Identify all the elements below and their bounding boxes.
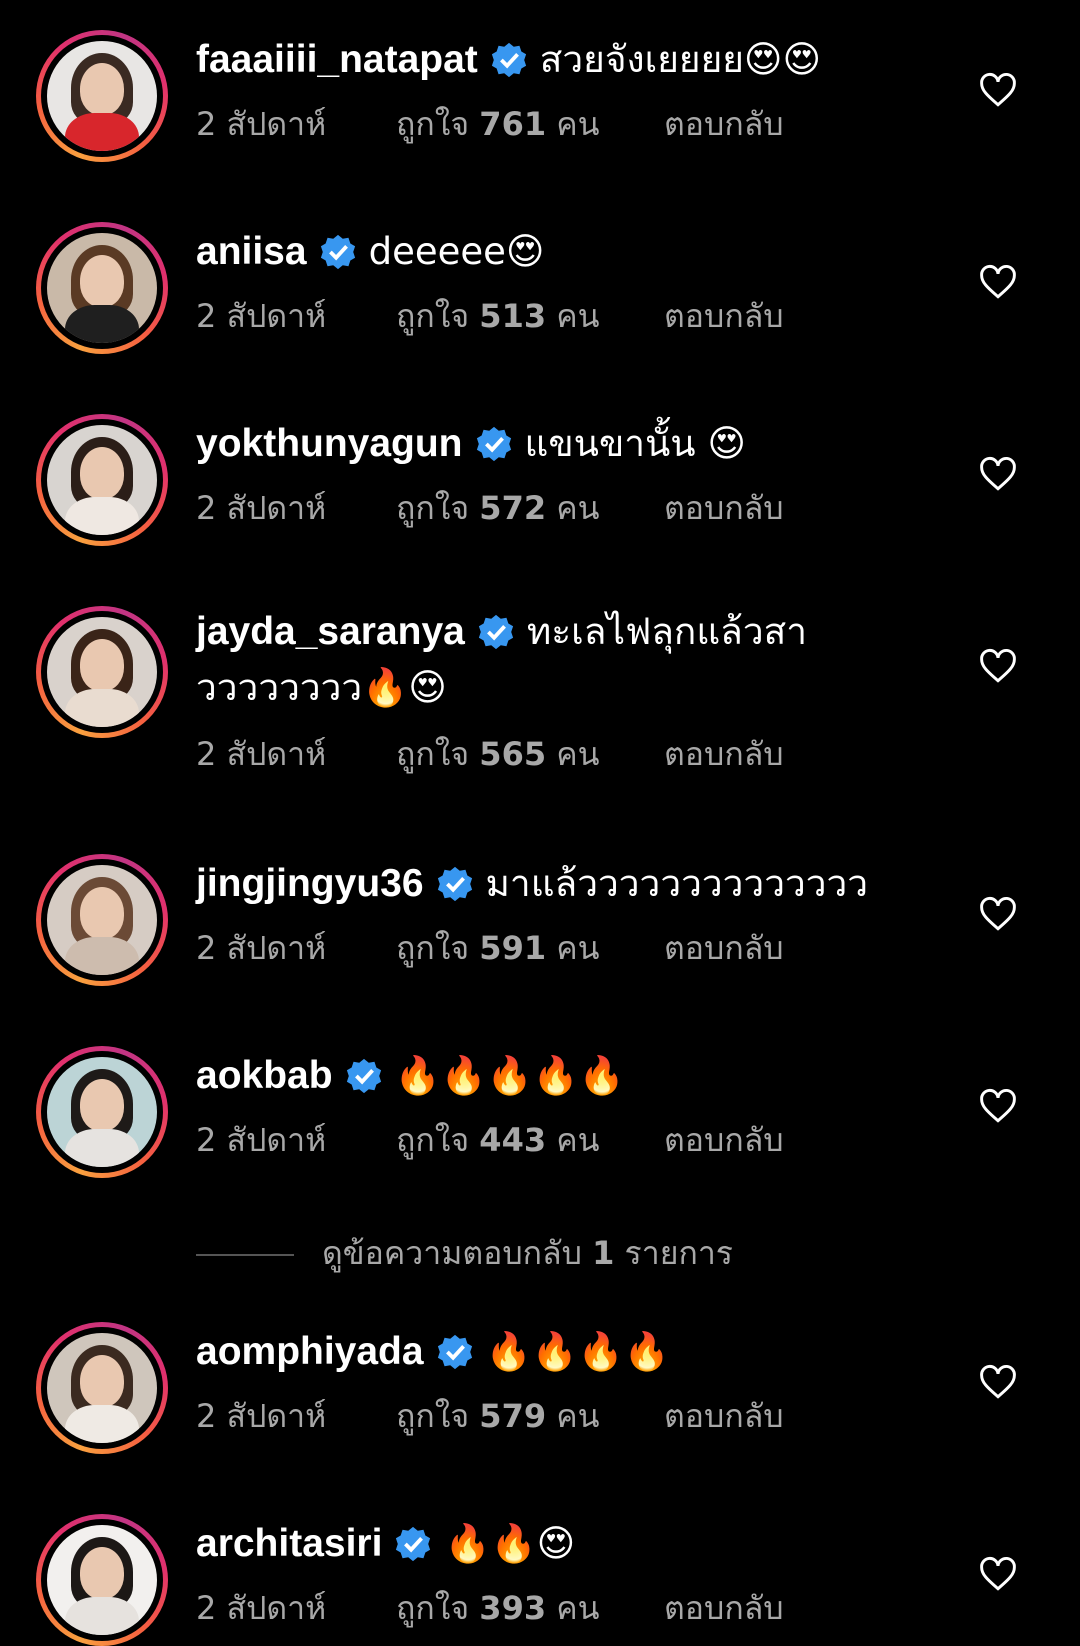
likes-count[interactable]: ถูกใจ 579 คน	[396, 1394, 664, 1438]
verified-badge-icon	[437, 866, 472, 902]
comment-item: jingjingyu36 มาแล้วววววววววววววว 2 สัปดาห…	[0, 820, 1080, 1010]
likes-count[interactable]: ถูกใจ 393 คน	[396, 1586, 664, 1630]
reply-button[interactable]: ตอบกลับ	[664, 926, 784, 970]
heart-icon[interactable]	[978, 264, 1018, 300]
comment-time: 2 สัปดาห์	[196, 929, 327, 967]
reply-button[interactable]: ตอบกลับ	[664, 486, 784, 530]
verified-badge-icon	[346, 1058, 381, 1094]
comment-time: 2 สัปดาห์	[196, 1397, 327, 1435]
reply-button[interactable]: ตอบกลับ	[664, 102, 784, 146]
verified-badge-icon	[476, 426, 511, 462]
comment-text: 🔥🔥🔥🔥	[485, 1330, 670, 1373]
likes-count[interactable]: ถูกใจ 443 คน	[396, 1118, 664, 1162]
avatar[interactable]	[36, 1322, 168, 1454]
reply-button[interactable]: ตอบกลับ	[664, 732, 784, 776]
comment-text: สวยจังเยยยย😍😍	[539, 38, 822, 81]
verified-badge-icon	[491, 42, 526, 78]
comment-time: 2 สัปดาห์	[196, 735, 327, 773]
heart-icon[interactable]	[978, 72, 1018, 108]
comment-text: มาแล้วววววววววววววว	[485, 862, 869, 905]
reply-button[interactable]: ตอบกลับ	[664, 1586, 784, 1630]
heart-icon[interactable]	[978, 1364, 1018, 1400]
verified-badge-icon	[320, 234, 355, 270]
avatar[interactable]	[36, 606, 168, 738]
comment-text: 🔥🔥🔥🔥🔥	[394, 1054, 625, 1097]
avatar[interactable]	[36, 854, 168, 986]
verified-badge-icon	[478, 614, 513, 650]
reply-button[interactable]: ตอบกลับ	[664, 1394, 784, 1438]
comment-time: 2 สัปดาห์	[196, 297, 327, 335]
avatar[interactable]	[36, 1046, 168, 1178]
comment-text: 🔥🔥😍	[444, 1522, 576, 1565]
heart-icon[interactable]	[978, 1556, 1018, 1592]
avatar[interactable]	[36, 222, 168, 354]
comment-item: aniisa deeeee😍 2 สัปดาห์ ถูกใจ 513 คน ตอบกล…	[0, 190, 1080, 380]
comment-item: aomphiyada 🔥🔥🔥🔥 2 สัปดาห์ ถูกใจ 579 คน ตอบก…	[0, 1288, 1080, 1478]
comment-item: aokbab 🔥🔥🔥🔥🔥 2 สัปดาห์ ถูกใจ 443 คน ตอบกลับ	[0, 1010, 1080, 1200]
comment-time: 2 สัปดาห์	[196, 1589, 327, 1627]
comment-time: 2 สัปดาห์	[196, 1121, 327, 1159]
reply-button[interactable]: ตอบกลับ	[664, 1118, 784, 1162]
username[interactable]: aokbab	[196, 1054, 333, 1097]
heart-icon[interactable]	[978, 896, 1018, 932]
likes-count[interactable]: ถูกใจ 565 คน	[396, 732, 664, 776]
username[interactable]: yokthunyagun	[196, 422, 463, 465]
comment-time: 2 สัปดาห์	[196, 105, 327, 143]
username[interactable]: jayda_saranya	[196, 610, 465, 653]
comment-time: 2 สัปดาห์	[196, 489, 327, 527]
likes-count[interactable]: ถูกใจ 572 คน	[396, 486, 664, 530]
comment-text: deeeee😍	[368, 230, 545, 273]
divider	[196, 1254, 294, 1256]
username[interactable]: aniisa	[196, 230, 307, 273]
heart-icon[interactable]	[978, 648, 1018, 684]
reply-button[interactable]: ตอบกลับ	[664, 294, 784, 338]
avatar[interactable]	[36, 414, 168, 546]
verified-badge-icon	[437, 1334, 472, 1370]
avatar[interactable]	[36, 30, 168, 162]
comment-item: jayda_saranya ทะเลไฟลุกแล้วสาวววววววว🔥😍 2…	[0, 570, 1080, 820]
username[interactable]: faaaiiii_natapat	[196, 38, 478, 81]
avatar[interactable]	[36, 1514, 168, 1646]
comment-item: faaaiiii_natapat สวยจังเยยยย😍😍 2 สัปดาห์ ถ…	[0, 0, 1080, 190]
comment-item: yokthunyagun แขนขานั้น 😍 2 สัปดาห์ ถูกใจ 5…	[0, 380, 1080, 570]
verified-badge-icon	[396, 1526, 431, 1562]
username[interactable]: aomphiyada	[196, 1330, 424, 1373]
heart-icon[interactable]	[978, 1088, 1018, 1124]
likes-count[interactable]: ถูกใจ 513 คน	[396, 294, 664, 338]
likes-count[interactable]: ถูกใจ 591 คน	[396, 926, 664, 970]
heart-icon[interactable]	[978, 456, 1018, 492]
likes-count[interactable]: ถูกใจ 761 คน	[396, 102, 664, 146]
comment-text: แขนขานั้น 😍	[524, 422, 746, 465]
username[interactable]: jingjingyu36	[196, 862, 424, 905]
username[interactable]: architasiri	[196, 1522, 382, 1565]
comment-item: architasiri 🔥🔥😍 2 สัปดาห์ ถูกใจ 393 คน ตอบก…	[0, 1478, 1080, 1646]
view-replies-button[interactable]: ดูข้อความตอบกลับ 1 รายการ	[196, 1228, 733, 1272]
